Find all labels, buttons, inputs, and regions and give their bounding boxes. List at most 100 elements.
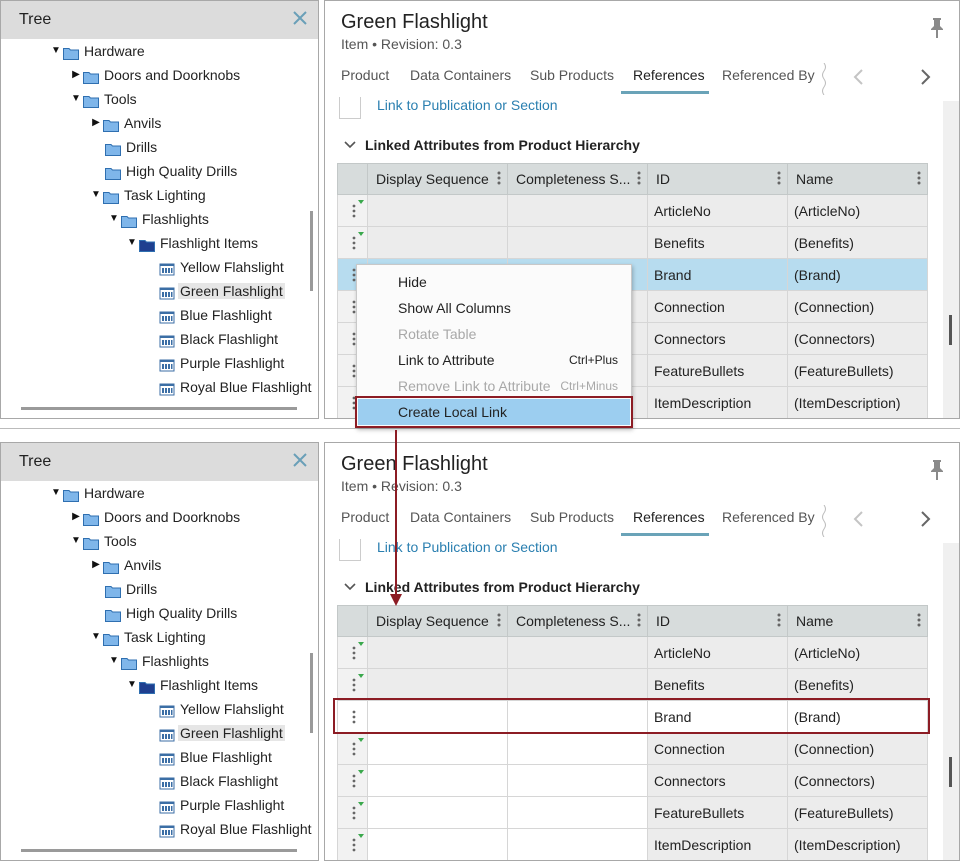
cell-name[interactable]: (Benefits): [787, 226, 928, 259]
caret-down-icon[interactable]: ▼: [49, 40, 63, 62]
tree-item[interactable]: ▼ Tools: [69, 529, 139, 551]
menu-item-create-local-link[interactable]: Create Local Link: [358, 399, 630, 425]
cell-completeness[interactable]: [507, 796, 648, 829]
cell-id[interactable]: ArticleNo: [647, 636, 788, 669]
column-header[interactable]: Name: [787, 605, 928, 637]
row-menu-icon[interactable]: [352, 838, 356, 852]
cell-display-sequence[interactable]: [367, 668, 508, 701]
tree-item[interactable]: High Quality Drills: [89, 601, 239, 623]
tree-item[interactable]: Yellow Flahslight: [143, 255, 286, 277]
link-publication-link[interactable]: Link to Publication or Section: [377, 97, 558, 113]
table-row[interactable]: FeatureBullets (FeatureBullets): [337, 796, 928, 829]
tree-item[interactable]: ▶ Anvils: [89, 553, 163, 575]
cell-name[interactable]: (Brand): [787, 258, 928, 291]
tab-sub-products[interactable]: Sub Products: [530, 67, 614, 83]
cell-display-sequence[interactable]: [367, 828, 508, 860]
tree-item[interactable]: ▼ Flashlight Items: [125, 673, 260, 695]
tab-references[interactable]: References: [633, 67, 705, 83]
caret-down-icon[interactable]: ▼: [107, 208, 121, 230]
cell-name[interactable]: (ItemDescription): [787, 386, 928, 418]
cell-id[interactable]: Connection: [647, 290, 788, 323]
caret-right-icon[interactable]: ▶: [69, 64, 83, 86]
tab-data-containers[interactable]: Data Containers: [410, 67, 511, 83]
caret-right-icon[interactable]: ▶: [89, 554, 103, 576]
tab-sub-products[interactable]: Sub Products: [530, 509, 614, 525]
tree-item[interactable]: Green Flashlight: [143, 721, 285, 743]
cell-completeness[interactable]: [507, 732, 648, 765]
row-handle[interactable]: [337, 764, 368, 797]
column-menu-icon[interactable]: [497, 612, 501, 628]
section-header[interactable]: Linked Attributes from Product Hierarchy: [343, 579, 640, 595]
tree-item[interactable]: ▼ Flashlights: [107, 649, 211, 671]
tab-referenced-by[interactable]: Referenced By: [722, 509, 815, 525]
cell-display-sequence[interactable]: [367, 732, 508, 765]
cell-completeness[interactable]: [507, 226, 648, 259]
caret-down-icon[interactable]: ▼: [125, 674, 139, 696]
table-row[interactable]: ArticleNo (ArticleNo): [337, 194, 928, 227]
row-handle[interactable]: [337, 194, 368, 227]
cell-completeness[interactable]: [507, 668, 648, 701]
tree-item[interactable]: Royal Blue Flashlight: [143, 817, 314, 839]
tree-scrollbar-horizontal[interactable]: [21, 849, 297, 852]
cell-name[interactable]: (FeatureBullets): [787, 354, 928, 387]
row-menu-icon[interactable]: [352, 678, 356, 692]
caret-down-icon[interactable]: ▼: [69, 530, 83, 552]
cell-id[interactable]: FeatureBullets: [647, 796, 788, 829]
tree-item[interactable]: ▼ Hardware: [49, 39, 147, 61]
row-menu-icon[interactable]: [352, 774, 356, 788]
row-handle[interactable]: [337, 226, 368, 259]
tree-item[interactable]: Blue Flashlight: [143, 745, 274, 767]
close-icon[interactable]: [291, 451, 309, 469]
tree-item[interactable]: ▼ Tools: [69, 87, 139, 109]
cell-name[interactable]: (ArticleNo): [787, 194, 928, 227]
cell-name[interactable]: (Benefits): [787, 668, 928, 701]
tree-scrollbar-vertical[interactable]: [310, 211, 313, 291]
tree-item[interactable]: ▶ Doors and Doorknobs: [69, 505, 242, 527]
scroll-thumb[interactable]: [949, 757, 952, 787]
tree-item[interactable]: Black Flashlight: [143, 769, 280, 791]
table-row[interactable]: Benefits (Benefits): [337, 226, 928, 259]
cell-name[interactable]: (FeatureBullets): [787, 796, 928, 829]
tree-scrollbar-vertical[interactable]: [310, 653, 313, 733]
chevron-right-icon[interactable]: [915, 509, 935, 529]
tree-item[interactable]: Royal Blue Flashlight: [143, 375, 314, 397]
row-handle[interactable]: [337, 732, 368, 765]
cell-completeness[interactable]: [507, 194, 648, 227]
menu-item-link-to-attribute[interactable]: Link to Attribute Ctrl+Plus: [358, 347, 630, 373]
menu-item-hide[interactable]: Hide: [358, 269, 630, 295]
chevron-left-icon[interactable]: [849, 509, 869, 529]
table-row[interactable]: Benefits (Benefits): [337, 668, 928, 701]
column-menu-icon[interactable]: [777, 612, 781, 628]
tree-item[interactable]: Purple Flashlight: [143, 351, 286, 373]
row-menu-icon[interactable]: [352, 742, 356, 756]
caret-down-icon[interactable]: ▼: [107, 650, 121, 672]
tree-item[interactable]: ▶ Doors and Doorknobs: [69, 63, 242, 85]
tree-item[interactable]: Blue Flashlight: [143, 303, 274, 325]
tree-item[interactable]: ▼ Flashlight Items: [125, 231, 260, 253]
tree-item[interactable]: ▼ Hardware: [49, 481, 147, 503]
column-header[interactable]: Name: [787, 163, 928, 195]
cell-id[interactable]: Benefits: [647, 668, 788, 701]
link-publication-link[interactable]: Link to Publication or Section: [377, 539, 558, 555]
tree-item[interactable]: ▶ Anvils: [89, 111, 163, 133]
tree-item[interactable]: Purple Flashlight: [143, 793, 286, 815]
column-menu-icon[interactable]: [917, 170, 921, 186]
cell-completeness[interactable]: [507, 764, 648, 797]
cell-id[interactable]: Benefits: [647, 226, 788, 259]
tree-item[interactable]: Drills: [89, 135, 159, 157]
cell-completeness[interactable]: [507, 636, 648, 669]
pin-icon[interactable]: [929, 459, 945, 481]
cell-id[interactable]: ItemDescription: [647, 828, 788, 860]
column-header[interactable]: Display Sequence: [367, 605, 508, 637]
menu-item-show-all-columns[interactable]: Show All Columns: [358, 295, 630, 321]
row-handle[interactable]: [337, 668, 368, 701]
tab-references[interactable]: References: [633, 509, 705, 525]
cell-id[interactable]: ItemDescription: [647, 386, 788, 418]
caret-right-icon[interactable]: ▶: [69, 506, 83, 528]
table-row[interactable]: ArticleNo (ArticleNo): [337, 636, 928, 669]
column-menu-icon[interactable]: [637, 170, 641, 186]
chevron-left-icon[interactable]: [849, 67, 869, 87]
tree-scrollbar-horizontal[interactable]: [21, 407, 297, 410]
tab-data-containers[interactable]: Data Containers: [410, 509, 511, 525]
cell-name[interactable]: (ItemDescription): [787, 828, 928, 860]
